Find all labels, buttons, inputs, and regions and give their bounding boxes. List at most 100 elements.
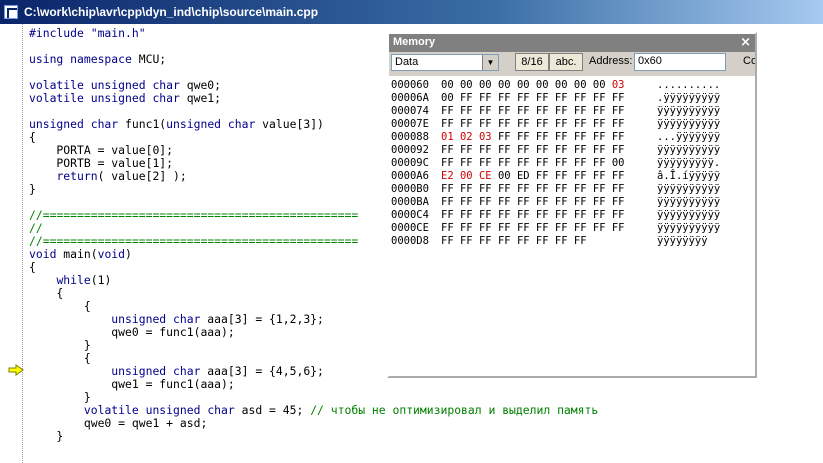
- memory-byte[interactable]: 03: [612, 79, 625, 91]
- word-size-button[interactable]: 8/16: [515, 53, 549, 71]
- memory-row[interactable]: 0000D8 FF FF FF FF FF FF FF FF ÿÿÿÿÿÿÿÿ: [389, 235, 755, 248]
- memory-byte[interactable]: FF: [536, 235, 549, 247]
- memory-byte[interactable]: 00: [498, 170, 511, 182]
- memory-byte[interactable]: FF: [612, 183, 625, 195]
- memory-byte[interactable]: FF: [555, 105, 568, 117]
- memory-byte[interactable]: FF: [593, 222, 606, 234]
- memory-byte[interactable]: FF: [479, 157, 492, 169]
- memory-byte[interactable]: E2: [441, 170, 454, 182]
- memory-byte[interactable]: FF: [498, 196, 511, 208]
- memory-row[interactable]: 0000CE FF FF FF FF FF FF FF FF FF FF ÿÿÿÿÿ…: [389, 222, 755, 235]
- memory-byte[interactable]: FF: [612, 170, 625, 182]
- memory-byte[interactable]: FF: [536, 92, 549, 104]
- memory-byte[interactable]: FF: [612, 144, 625, 156]
- memory-byte[interactable]: FF: [441, 196, 454, 208]
- memory-byte[interactable]: FF: [517, 235, 530, 247]
- memory-byte[interactable]: FF: [574, 118, 587, 130]
- chevron-down-icon[interactable]: ▼: [482, 55, 498, 70]
- window-title-bar[interactable]: C:\work\chip\avr\cpp\dyn_ind\chip\source…: [0, 0, 823, 24]
- memory-byte[interactable]: FF: [555, 196, 568, 208]
- code-line[interactable]: unsigned char aaa[3] = {4,5,6};: [29, 364, 324, 378]
- memory-byte[interactable]: FF: [498, 105, 511, 117]
- memory-byte[interactable]: FF: [593, 144, 606, 156]
- memory-byte[interactable]: FF: [479, 235, 492, 247]
- memory-byte[interactable]: 00: [612, 157, 625, 169]
- memory-byte[interactable]: FF: [536, 118, 549, 130]
- memory-byte[interactable]: FF: [612, 196, 625, 208]
- memory-byte[interactable]: FF: [555, 170, 568, 182]
- memory-byte[interactable]: FF: [498, 131, 511, 143]
- memory-row[interactable]: 000092 FF FF FF FF FF FF FF FF FF FF ÿÿÿÿÿ…: [389, 144, 755, 157]
- memory-byte[interactable]: FF: [612, 92, 625, 104]
- memory-byte[interactable]: FF: [460, 144, 473, 156]
- code-line[interactable]: {: [29, 286, 63, 300]
- memory-byte[interactable]: FF: [441, 222, 454, 234]
- memory-byte[interactable]: 00: [479, 79, 492, 91]
- code-line[interactable]: unsigned char aaa[3] = {1,2,3};: [29, 312, 324, 326]
- memory-byte[interactable]: FF: [536, 196, 549, 208]
- memory-byte[interactable]: FF: [498, 157, 511, 169]
- memory-byte[interactable]: FF: [574, 92, 587, 104]
- memory-byte[interactable]: FF: [574, 157, 587, 169]
- memory-byte[interactable]: FF: [574, 183, 587, 195]
- code-line[interactable]: volatile unsigned char asd = 45; // чтоб…: [29, 403, 598, 417]
- memory-window[interactable]: Memory × Data ▼ 8/16 abc. Address: 0x60 …: [387, 32, 757, 378]
- memory-byte[interactable]: FF: [441, 105, 454, 117]
- memory-byte[interactable]: FF: [612, 209, 625, 221]
- memory-byte[interactable]: 00: [574, 79, 587, 91]
- memory-byte[interactable]: 01: [441, 131, 454, 143]
- memory-byte[interactable]: FF: [479, 222, 492, 234]
- memory-byte[interactable]: FF: [517, 92, 530, 104]
- memory-byte[interactable]: FF: [498, 209, 511, 221]
- memory-byte[interactable]: FF: [460, 235, 473, 247]
- memory-byte[interactable]: FF: [593, 157, 606, 169]
- memory-byte[interactable]: FF: [517, 144, 530, 156]
- memory-byte[interactable]: 00: [441, 92, 454, 104]
- memory-byte[interactable]: FF: [536, 170, 549, 182]
- code-line[interactable]: while(1): [29, 273, 111, 287]
- memory-hex-bytes[interactable]: FF FF FF FF FF FF FF FF FF FF: [441, 222, 625, 234]
- memory-byte[interactable]: FF: [517, 157, 530, 169]
- memory-byte[interactable]: FF: [498, 183, 511, 195]
- memory-byte[interactable]: FF: [479, 209, 492, 221]
- code-line[interactable]: {: [29, 299, 91, 313]
- memory-row[interactable]: 0000BA FF FF FF FF FF FF FF FF FF FF ÿÿÿÿÿ…: [389, 196, 755, 209]
- memory-byte[interactable]: FF: [536, 105, 549, 117]
- memory-byte[interactable]: FF: [441, 157, 454, 169]
- memory-byte[interactable]: FF: [612, 118, 625, 130]
- memory-row[interactable]: 0000B0 FF FF FF FF FF FF FF FF FF FF ÿÿÿÿÿ…: [389, 183, 755, 196]
- memory-hex-bytes[interactable]: 01 02 03 FF FF FF FF FF FF FF: [441, 131, 625, 143]
- memory-hex-bytes[interactable]: FF FF FF FF FF FF FF FF FF FF: [441, 118, 625, 130]
- memory-row[interactable]: 00009C FF FF FF FF FF FF FF FF FF 00 ÿÿÿÿÿ…: [389, 157, 755, 170]
- code-line[interactable]: //======================================…: [29, 234, 358, 248]
- memory-byte[interactable]: 00: [536, 79, 549, 91]
- code-line[interactable]: PORTA = value[0];: [29, 143, 173, 157]
- memory-byte[interactable]: FF: [460, 92, 473, 104]
- truncated-control[interactable]: Co: [743, 55, 755, 67]
- memory-byte[interactable]: FF: [555, 118, 568, 130]
- memory-byte[interactable]: FF: [460, 105, 473, 117]
- memory-byte[interactable]: FF: [593, 183, 606, 195]
- memory-byte[interactable]: FF: [574, 170, 587, 182]
- code-line[interactable]: }: [29, 338, 91, 352]
- memory-byte[interactable]: FF: [593, 118, 606, 130]
- memory-byte[interactable]: FF: [593, 196, 606, 208]
- memory-byte[interactable]: FF: [593, 131, 606, 143]
- memory-dump[interactable]: 000060 00 00 00 00 00 00 00 00 00 03.....…: [389, 76, 755, 376]
- memory-byte[interactable]: FF: [574, 196, 587, 208]
- memory-byte[interactable]: FF: [517, 105, 530, 117]
- memory-byte[interactable]: FF: [498, 92, 511, 104]
- memory-byte[interactable]: FF: [460, 157, 473, 169]
- memory-byte[interactable]: FF: [460, 183, 473, 195]
- memory-byte[interactable]: FF: [555, 92, 568, 104]
- memory-byte[interactable]: FF: [536, 144, 549, 156]
- memory-byte[interactable]: FF: [460, 222, 473, 234]
- memory-byte[interactable]: FF: [574, 105, 587, 117]
- memory-byte[interactable]: FF: [555, 209, 568, 221]
- memory-byte[interactable]: FF: [460, 118, 473, 130]
- memory-space-select[interactable]: Data ▼: [391, 54, 499, 71]
- memory-byte[interactable]: FF: [498, 118, 511, 130]
- memory-byte[interactable]: FF: [593, 170, 606, 182]
- memory-byte[interactable]: 00: [517, 79, 530, 91]
- memory-byte[interactable]: FF: [593, 105, 606, 117]
